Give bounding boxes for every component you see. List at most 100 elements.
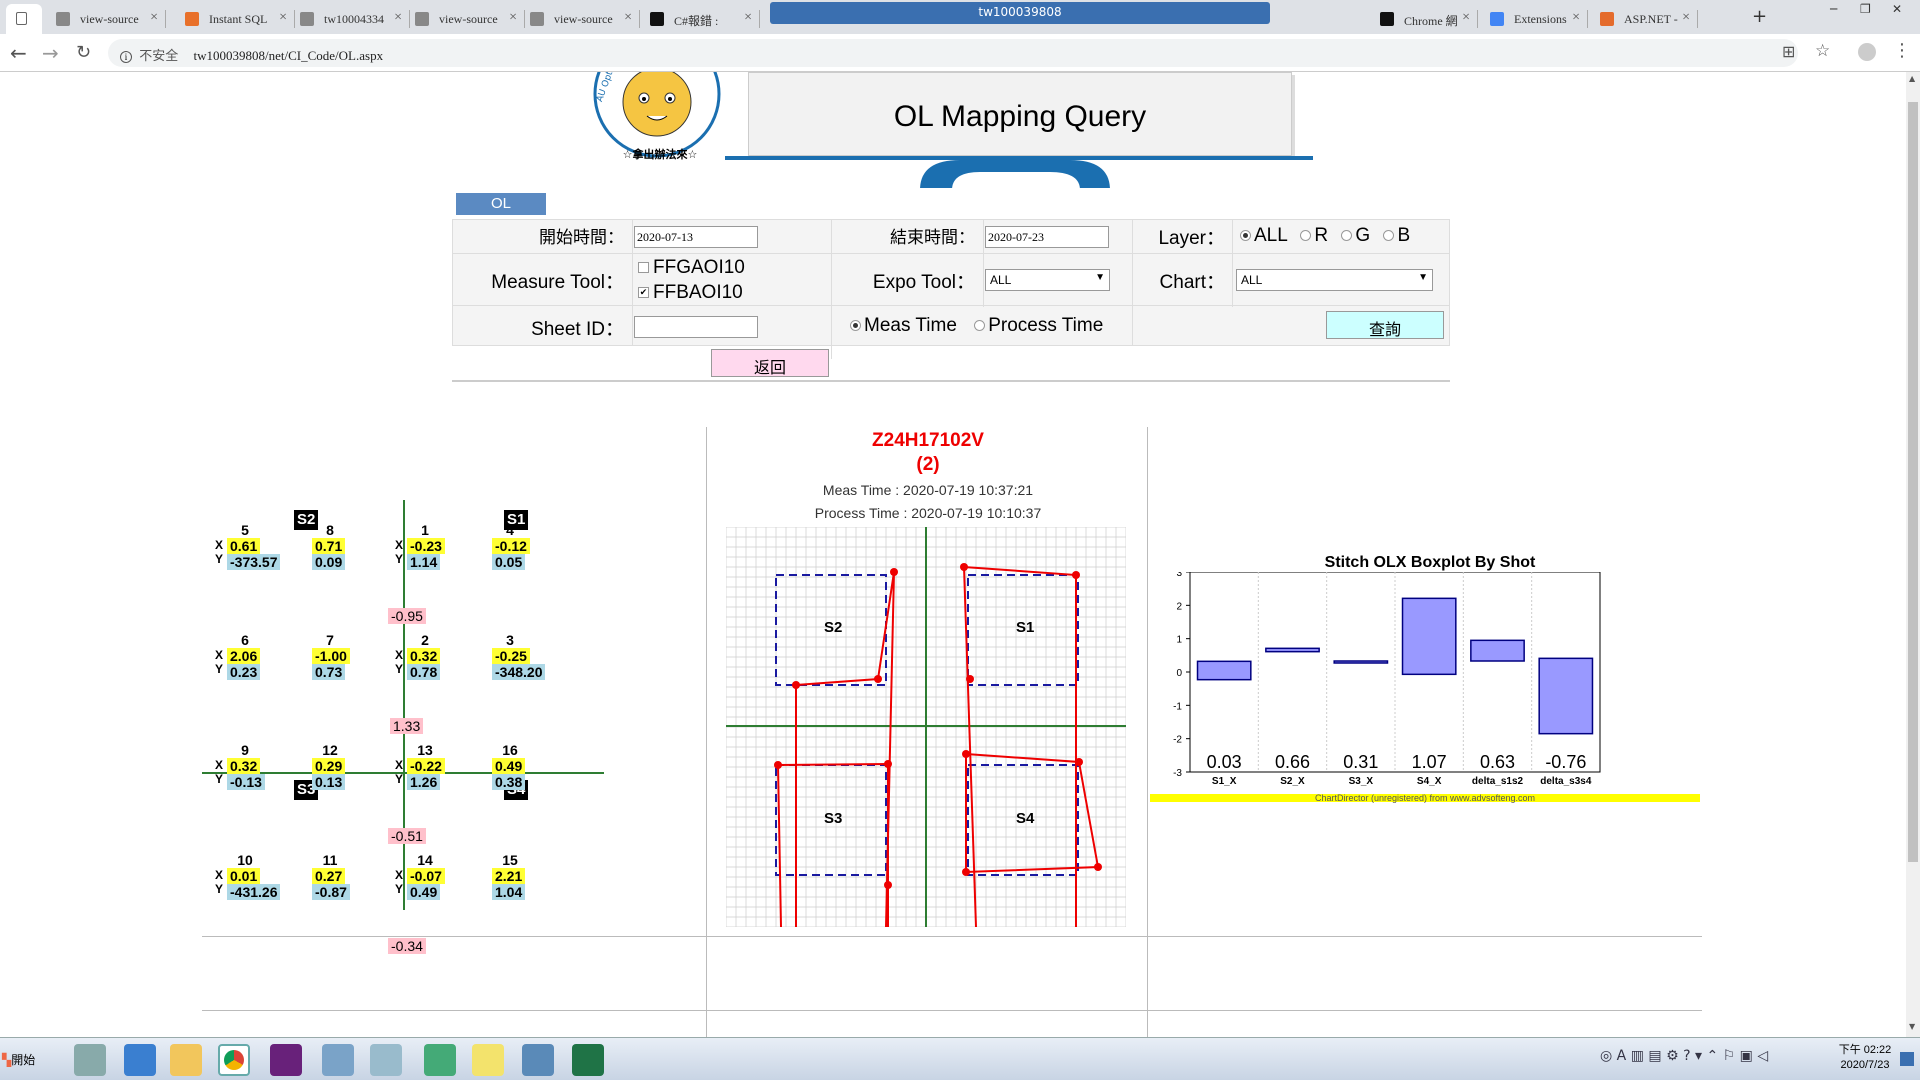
y-value: 0.09	[312, 554, 346, 570]
minimize-icon[interactable]: ─	[1830, 2, 1837, 16]
show-desktop-icon[interactable]	[1900, 1052, 1914, 1066]
new-tab-button[interactable]: +	[1752, 6, 1767, 27]
browser-tab[interactable]: tw10004334 ×	[290, 4, 410, 34]
favicon-icon	[1490, 12, 1504, 26]
tab-active[interactable]	[6, 4, 42, 34]
process-time-radio[interactable]: Process Time	[974, 315, 1103, 336]
url-text[interactable]: tw100039808/net/CI_Code/OL.aspx	[194, 48, 384, 63]
browser-tab[interactable]: Extensions ×	[1480, 4, 1588, 34]
browser-tab[interactable]: view-source ×	[46, 4, 166, 34]
profile-avatar-icon[interactable]	[1858, 43, 1876, 61]
y-tick-label: 0	[1176, 668, 1182, 679]
forward-arrow-icon[interactable]: →	[42, 41, 59, 65]
chrome-icon[interactable]	[218, 1044, 250, 1076]
close-tab-icon[interactable]: ×	[509, 10, 517, 26]
system-tray[interactable]: ◎ A ▥ ▤ ⚙ ? ▾ ⌃ ⚐ ▣ ◁	[1600, 1048, 1790, 1072]
close-tab-icon[interactable]: ×	[1682, 10, 1690, 26]
close-tab-icon[interactable]: ×	[744, 10, 752, 26]
translate-icon[interactable]: ⊞	[1782, 42, 1795, 61]
y-value: 0.05	[492, 554, 526, 570]
address-bar[interactable]: i 不安全 tw100039808/net/CI_Code/OL.aspx	[108, 39, 1798, 67]
restore-icon[interactable]: ❐	[1860, 2, 1871, 16]
chart-select[interactable]: ALL ▼	[1236, 269, 1433, 291]
screenshot-tool-icon[interactable]	[522, 1044, 554, 1076]
y-tick-label: -1	[1173, 701, 1182, 712]
notepad-icon[interactable]	[424, 1044, 456, 1076]
x-value: 2.06	[227, 648, 261, 664]
star-icon[interactable]: ☆	[1815, 41, 1830, 61]
x-tick-label: delta_s1s2	[1472, 776, 1524, 787]
box-delta-s1s2	[1470, 639, 1525, 662]
flag-icon: ⚐	[1722, 1048, 1736, 1064]
cell-number: 1	[421, 522, 429, 538]
measure-tool-checkbox-ffbaoi10[interactable]: ✔ FFBAOI10	[638, 280, 745, 305]
browser-tab[interactable]: C#報錯 : ×	[640, 4, 760, 34]
start-date-input[interactable]: 2020-07-13	[634, 226, 758, 248]
app-icon[interactable]	[370, 1044, 402, 1076]
sheet-id-input[interactable]	[634, 316, 758, 338]
favicon-icon	[300, 12, 314, 26]
window-controls[interactable]: ─ ❐ ✕	[1820, 0, 1920, 20]
end-time-label: 結束時間：	[890, 228, 975, 248]
visual-studio-icon[interactable]	[270, 1044, 302, 1076]
close-tab-icon[interactable]: ×	[394, 10, 402, 26]
window-title-bar: tw100039808	[770, 2, 1270, 24]
cell-number: 2	[421, 632, 429, 648]
back-button[interactable]: 返回	[711, 349, 829, 377]
end-date-input[interactable]: 2020-07-23	[985, 226, 1109, 248]
browser-tab[interactable]: Chrome 網 ×	[1370, 4, 1478, 34]
network-app-icon[interactable]	[74, 1044, 106, 1076]
reload-icon[interactable]: ↻	[76, 42, 91, 63]
plot-label-s4: S4	[1016, 810, 1035, 827]
meas-time-radio[interactable]: Meas Time	[850, 315, 957, 336]
info-icon[interactable]: i	[120, 51, 132, 63]
layer-radio-b[interactable]: B	[1383, 225, 1410, 246]
chevron-up-icon: ⌃	[1706, 1048, 1719, 1064]
scroll-up-icon[interactable]: ▲	[1909, 74, 1915, 83]
cell-number: 4	[506, 522, 514, 538]
x-value: -0.07	[407, 868, 445, 884]
y-value: 1.14	[407, 554, 441, 570]
close-tab-icon[interactable]: ×	[279, 10, 287, 26]
browser-tab[interactable]: Instant SQL ×	[175, 4, 295, 34]
y-axis-letter: Y	[395, 772, 404, 786]
close-tab-icon[interactable]: ×	[150, 10, 158, 26]
tab-title: Instant SQL	[209, 12, 268, 26]
measure-tool-checkbox-ffgaoi10[interactable]: FFGAOI10	[638, 255, 745, 280]
page-scrollbar[interactable]: ▲ ▼	[1906, 72, 1920, 1037]
start-button[interactable]: ▚開始	[2, 1046, 46, 1072]
layer-radio-all[interactable]: ALL	[1240, 225, 1287, 246]
scroll-down-icon[interactable]: ▼	[1909, 1022, 1915, 1031]
tab-title: view-source	[554, 12, 613, 26]
back-arrow-icon[interactable]: ←	[10, 41, 27, 65]
excel-icon[interactable]	[572, 1044, 604, 1076]
clock-date: 2020/7/23	[1840, 1059, 1890, 1071]
y-tick-label: 2	[1176, 601, 1182, 612]
query-button[interactable]: 查詢	[1326, 311, 1444, 339]
sticky-notes-icon[interactable]	[472, 1044, 504, 1076]
y-value: 0.78	[407, 664, 441, 680]
network-icon: ▣	[1739, 1048, 1753, 1064]
close-window-icon[interactable]: ✕	[1892, 2, 1902, 16]
remote-desktop-icon[interactable]	[322, 1044, 354, 1076]
close-tab-icon[interactable]: ×	[1572, 10, 1580, 26]
close-tab-icon[interactable]: ×	[624, 10, 632, 26]
taskbar-clock[interactable]: 下午 02:22 2020/7/23	[1830, 1043, 1900, 1073]
layer-radio-r[interactable]: R	[1300, 225, 1328, 246]
plot-label-s1: S1	[1016, 619, 1035, 636]
y-tick-label: -2	[1173, 735, 1182, 746]
browser-tab[interactable]: view-source ×	[520, 4, 640, 34]
powershell-icon[interactable]	[124, 1044, 156, 1076]
layer-radio-g[interactable]: G	[1341, 225, 1370, 246]
box-value-label: 0.63	[1480, 752, 1515, 772]
dropdown-arrow-icon: ▼	[1418, 272, 1428, 283]
scrollbar-thumb[interactable]	[1908, 102, 1918, 862]
tab-ol[interactable]: OL	[456, 193, 546, 215]
file-explorer-icon[interactable]	[170, 1044, 202, 1076]
browser-tab[interactable]: ASP.NET - ×	[1590, 4, 1698, 34]
menu-dots-icon[interactable]: ⋮	[1893, 40, 1911, 61]
expo-tool-select[interactable]: ALL ▼	[985, 269, 1110, 291]
browser-tab[interactable]: view-source ×	[405, 4, 525, 34]
tab-title: Chrome 網	[1404, 14, 1458, 28]
close-tab-icon[interactable]: ×	[1462, 10, 1470, 26]
